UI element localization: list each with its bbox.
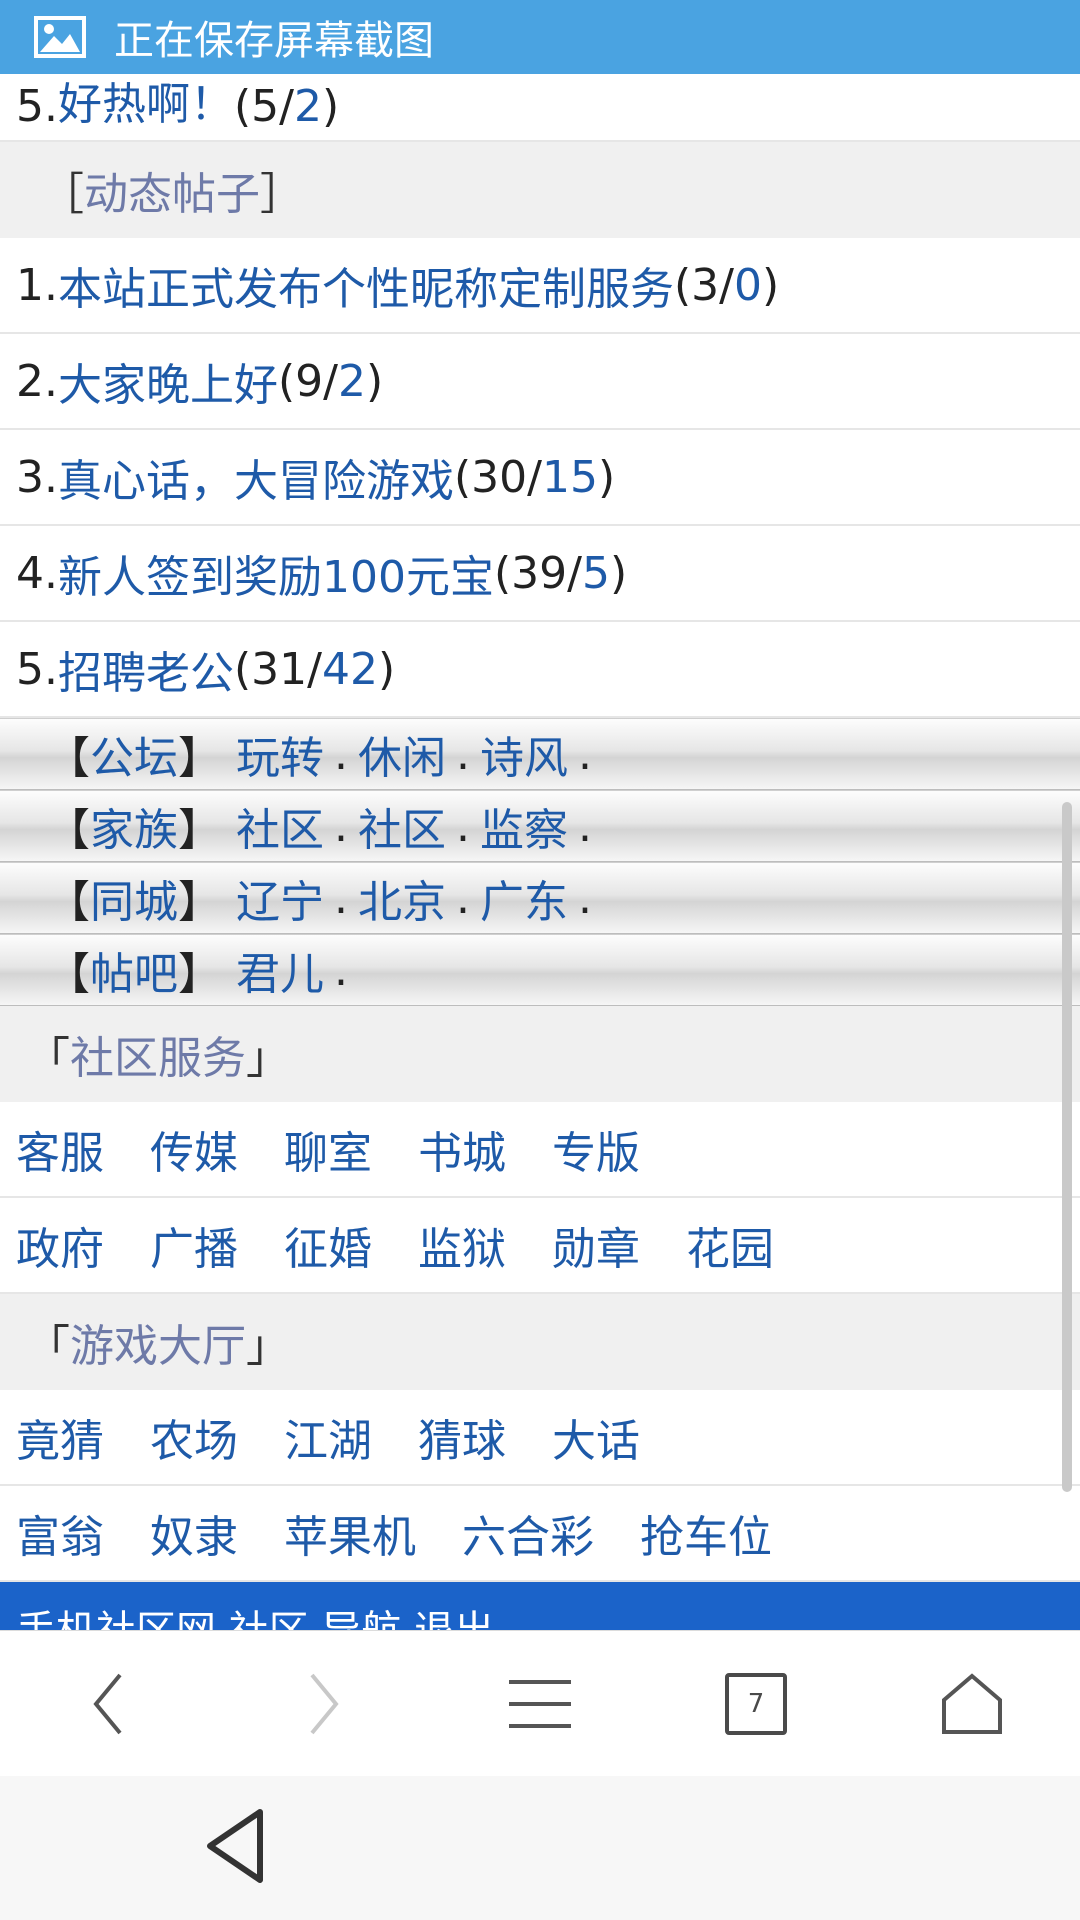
- forum-sub-link[interactable]: 休闲: [358, 722, 446, 786]
- page-scrollbar[interactable]: [1062, 802, 1072, 1492]
- forum-strip: 【家族】社区. 社区. 监察.: [0, 790, 1080, 862]
- forum-sub-link[interactable]: 广东: [480, 866, 568, 930]
- post-counts: (3/0): [673, 259, 780, 311]
- home-button[interactable]: [912, 1644, 1032, 1764]
- grid-link[interactable]: 征婚: [284, 1213, 372, 1277]
- post-link[interactable]: 新人签到奖励100元宝: [58, 541, 494, 605]
- list-item[interactable]: 5. 好热啊！ (5/2): [0, 74, 1080, 142]
- grid-link[interactable]: 广播: [150, 1213, 238, 1277]
- page-content[interactable]: 5. 好热啊！ (5/2) ［ 动态帖子 ］ 1. 本站正式发布个性昵称定制服务 (3/0)…: [0, 74, 1080, 1630]
- section-header-dynamic-posts: ［ 动态帖子 ］: [0, 142, 1080, 238]
- post-link[interactable]: 本站正式发布个性昵称定制服务: [58, 253, 674, 317]
- forum-sub-link[interactable]: 辽宁: [236, 866, 324, 930]
- post-counts: (9/2): [277, 355, 384, 407]
- link-row: 富翁 奴隶 苹果机 六合彩 抢车位: [0, 1486, 1080, 1582]
- grid-link[interactable]: 农场: [150, 1405, 238, 1469]
- reply-count-link[interactable]: 42: [322, 644, 378, 695]
- post-link[interactable]: 大家晚上好: [58, 349, 278, 413]
- forum-strip: 【公坛】玩转. 休闲. 诗风.: [0, 718, 1080, 790]
- footer-nav-bar[interactable]: 手机社区网 社区 导航 退出: [0, 1582, 1080, 1630]
- grid-link[interactable]: 花园: [686, 1213, 774, 1277]
- grid-link[interactable]: 政府: [16, 1213, 104, 1277]
- section-header-community-services: 「社区服务」: [0, 1006, 1080, 1102]
- grid-link[interactable]: 六合彩: [462, 1501, 594, 1565]
- home-icon: [942, 1673, 1002, 1734]
- grid-link[interactable]: 勋章: [552, 1213, 640, 1277]
- post-link[interactable]: 招聘老公: [58, 637, 234, 701]
- screenshot-toast: 正在保存屏幕截图: [0, 0, 1080, 74]
- grid-link[interactable]: 客服: [16, 1117, 104, 1181]
- chevron-right-icon: [310, 1673, 339, 1735]
- grid-link[interactable]: 富翁: [16, 1501, 104, 1565]
- reply-count-link[interactable]: 2: [294, 81, 322, 132]
- chevron-left-icon: [93, 1673, 122, 1735]
- menu-icon: [509, 1680, 571, 1728]
- dynamic-posts-list: 1. 本站正式发布个性昵称定制服务 (3/0) 2. 大家晚上好 (9/2) 3. 真心话，大…: [0, 238, 1080, 718]
- grid-link[interactable]: 猜球: [418, 1405, 506, 1469]
- community-services-link[interactable]: 社区服务: [70, 1022, 246, 1086]
- grid-link[interactable]: 专版: [552, 1117, 640, 1181]
- grid-link[interactable]: 奴隶: [150, 1501, 238, 1565]
- reply-count-link[interactable]: 2: [338, 356, 366, 407]
- game-hall-link[interactable]: 游戏大厅: [70, 1310, 246, 1374]
- forum-sub-link[interactable]: 北京: [358, 866, 446, 930]
- toast-text: 正在保存屏幕截图: [114, 18, 434, 64]
- grid-link[interactable]: 苹果机: [284, 1501, 416, 1565]
- forum-category-link[interactable]: 帖吧: [90, 938, 178, 1002]
- system-back-icon[interactable]: [200, 1806, 270, 1886]
- forum-strip: 【同城】辽宁. 北京. 广东.: [0, 862, 1080, 934]
- post-link[interactable]: 好热啊！: [58, 74, 234, 132]
- forum-sub-link[interactable]: 社区: [358, 794, 446, 858]
- forum-sub-link[interactable]: 监察: [480, 794, 568, 858]
- link-row: 竟猜 农场 江湖 猜球 大话: [0, 1390, 1080, 1486]
- grid-link[interactable]: 抢车位: [640, 1501, 772, 1565]
- forum-category-link[interactable]: 公坛: [90, 722, 178, 786]
- forum-strip: 【帖吧】君儿.: [0, 934, 1080, 1006]
- forum-sub-link[interactable]: 社区: [236, 794, 324, 858]
- post-counts: (39/5): [493, 547, 628, 599]
- forum-sub-link[interactable]: 君儿: [236, 938, 324, 1002]
- post-counts: (31/42): [233, 643, 396, 695]
- post-counts: (30/15): [453, 451, 616, 503]
- grid-link[interactable]: 书城: [418, 1117, 506, 1181]
- section-header-game-hall: 「游戏大厅」: [0, 1294, 1080, 1390]
- reply-count-link[interactable]: 5: [582, 548, 610, 599]
- link-row: 政府 广播 征婚 监狱 勋章 花园: [0, 1198, 1080, 1294]
- link-row: 客服 传媒 聊室 书城 专版: [0, 1102, 1080, 1198]
- forum-strips: 【公坛】玩转. 休闲. 诗风. 【家族】社区. 社区. 监察. 【同城】辽宁. 北京. 广东. 【…: [0, 718, 1080, 1006]
- menu-button[interactable]: [480, 1644, 600, 1764]
- list-item[interactable]: 3. 真心话，大冒险游戏 (30/15): [0, 430, 1080, 526]
- grid-link[interactable]: 监狱: [418, 1213, 506, 1277]
- forum-category-link[interactable]: 同城: [90, 866, 178, 930]
- list-item[interactable]: 1. 本站正式发布个性昵称定制服务 (3/0): [0, 238, 1080, 334]
- list-item[interactable]: 2. 大家晚上好 (9/2): [0, 334, 1080, 430]
- image-icon: [34, 16, 86, 58]
- browser-toolbar: 7: [0, 1630, 1080, 1778]
- dynamic-posts-link[interactable]: 动态帖子: [84, 158, 260, 222]
- grid-link[interactable]: 传媒: [150, 1117, 238, 1181]
- tabs-button[interactable]: 7: [696, 1644, 816, 1764]
- back-button[interactable]: [48, 1644, 168, 1764]
- post-link[interactable]: 真心话，大冒险游戏: [58, 445, 454, 509]
- grid-link[interactable]: 竟猜: [16, 1405, 104, 1469]
- forum-sub-link[interactable]: 诗风: [480, 722, 568, 786]
- grid-link[interactable]: 大话: [552, 1405, 640, 1469]
- grid-link[interactable]: 聊室: [284, 1117, 372, 1181]
- system-navigation-bar: [0, 1776, 1080, 1920]
- reply-count-link[interactable]: 15: [542, 452, 598, 503]
- game-hall-grid: 竟猜 农场 江湖 猜球 大话 富翁 奴隶 苹果机 六合彩 抢车位: [0, 1390, 1080, 1582]
- footer-text: 手机社区网 社区 导航 退出: [16, 1598, 494, 1630]
- community-services-grid: 客服 传媒 聊室 书城 专版 政府 广播 征婚 监狱 勋章 花园: [0, 1102, 1080, 1294]
- forward-button[interactable]: [264, 1644, 384, 1764]
- forum-category-link[interactable]: 家族: [90, 794, 178, 858]
- list-item[interactable]: 5. 招聘老公 (31/42): [0, 622, 1080, 718]
- tab-count-icon: 7: [725, 1673, 787, 1735]
- forum-sub-link[interactable]: 玩转: [236, 722, 324, 786]
- grid-link[interactable]: 江湖: [284, 1405, 372, 1469]
- list-item[interactable]: 4. 新人签到奖励100元宝 (39/5): [0, 526, 1080, 622]
- reply-count-link[interactable]: 0: [734, 260, 762, 311]
